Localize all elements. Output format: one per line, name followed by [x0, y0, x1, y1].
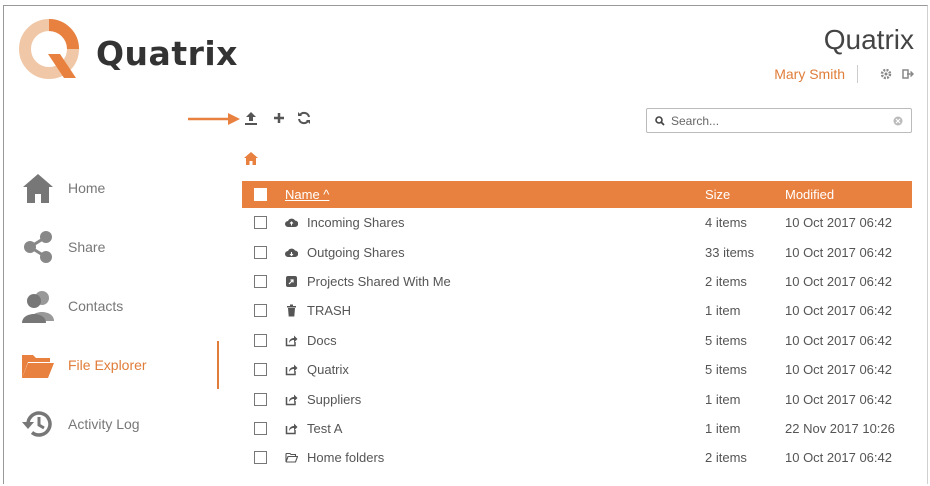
- row-checkbox[interactable]: [254, 421, 267, 435]
- table-row[interactable]: Suppliers 1 item 10 Oct 2017 06:42: [242, 384, 912, 413]
- project-share-icon: [286, 275, 297, 287]
- search-icon: [655, 115, 665, 126]
- cloud-icon: [285, 248, 298, 257]
- table-row[interactable]: Projects Shared With Me 2 items 10 Oct 2…: [242, 267, 912, 296]
- row-modified: 10 Oct 2017 06:42: [785, 450, 892, 466]
- file-table: Name ^ Size Modified Incoming Shares 4 i…: [242, 181, 912, 473]
- row-name[interactable]: Home folders: [307, 450, 384, 465]
- row-size: 1 item: [705, 303, 741, 319]
- sidebar-item-label: Share: [68, 239, 106, 255]
- size-column-header[interactable]: Size: [705, 187, 785, 202]
- share-folder-icon: [285, 335, 298, 346]
- search-placeholder: Search...: [671, 113, 720, 128]
- refresh-icon[interactable]: [296, 110, 312, 126]
- row-checkbox[interactable]: [254, 363, 267, 377]
- folder-open-icon: [285, 453, 298, 463]
- sidebar-item-label: Home: [68, 180, 106, 196]
- table-row[interactable]: Home folders 2 items 10 Oct 2017 06:42: [242, 443, 912, 472]
- table-row[interactable]: Docs 5 items 10 Oct 2017 06:42: [242, 326, 912, 355]
- breadcrumb-home-icon[interactable]: [244, 152, 258, 165]
- row-name[interactable]: Docs: [307, 333, 337, 348]
- row-checkbox[interactable]: [254, 245, 267, 259]
- modified-column-header[interactable]: Modified: [785, 187, 912, 202]
- row-checkbox[interactable]: [254, 392, 267, 406]
- logo-text: Quatrix: [96, 34, 238, 73]
- row-name[interactable]: Suppliers: [307, 392, 361, 407]
- row-modified: 10 Oct 2017 06:42: [785, 391, 892, 407]
- row-modified: 10 Oct 2017 06:42: [785, 303, 892, 319]
- table-row[interactable]: Quatrix 5 items 10 Oct 2017 06:42: [242, 355, 912, 384]
- row-name[interactable]: Projects Shared With Me: [307, 274, 451, 289]
- upload-icon[interactable]: [243, 110, 259, 126]
- row-name[interactable]: Quatrix: [307, 362, 349, 377]
- trash-icon: [287, 304, 296, 317]
- select-all-checkbox[interactable]: [254, 188, 267, 201]
- active-indicator: [217, 341, 219, 389]
- row-checkbox[interactable]: [254, 333, 267, 347]
- row-size: 5 items: [705, 362, 747, 378]
- row-modified: 10 Oct 2017 06:42: [785, 215, 892, 231]
- name-column-header[interactable]: Name ^: [285, 187, 329, 202]
- table-row[interactable]: Incoming Shares 4 items 10 Oct 2017 06:4…: [242, 208, 912, 237]
- row-modified: 10 Oct 2017 06:42: [785, 362, 892, 378]
- row-name[interactable]: Test A: [307, 421, 342, 436]
- gear-icon[interactable]: [880, 68, 892, 80]
- search-input[interactable]: Search...: [646, 108, 912, 133]
- row-size: 4 items: [705, 215, 747, 231]
- row-modified: 10 Oct 2017 06:42: [785, 273, 892, 289]
- row-modified: 10 Oct 2017 06:42: [785, 244, 892, 260]
- row-size: 2 items: [705, 273, 747, 289]
- table-row[interactable]: Outgoing Shares 33 items 10 Oct 2017 06:…: [242, 237, 912, 266]
- contacts-icon: [20, 288, 56, 324]
- row-modified: 10 Oct 2017 06:42: [785, 332, 892, 348]
- cloud-icon: [285, 218, 298, 228]
- table-row[interactable]: TRASH 1 item 10 Oct 2017 06:42: [242, 296, 912, 325]
- sidebar-item-share[interactable]: Share: [20, 227, 200, 267]
- share-folder-icon: [285, 423, 298, 435]
- row-size: 33 items: [705, 244, 755, 260]
- share-folder-icon: [285, 364, 298, 376]
- row-size: 2 items: [705, 450, 747, 466]
- table-row[interactable]: Test A 1 item 22 Nov 2017 10:26: [242, 414, 912, 443]
- share-folder-icon: [285, 394, 298, 405]
- row-name[interactable]: Incoming Shares: [307, 215, 405, 230]
- add-icon[interactable]: [271, 110, 287, 126]
- row-size: 1 item: [705, 420, 741, 436]
- row-size: 1 item: [705, 391, 741, 407]
- quatrix-logo-icon: [19, 19, 79, 79]
- row-modified: 22 Nov 2017 10:26: [785, 420, 895, 436]
- app-title: Quatrix: [823, 24, 914, 55]
- row-size: 5 items: [705, 332, 747, 348]
- user-area: Mary Smith: [774, 65, 914, 83]
- row-checkbox[interactable]: [254, 216, 267, 230]
- clear-icon[interactable]: [893, 116, 903, 126]
- sidebar-item-label: Contacts: [68, 298, 124, 314]
- row-checkbox[interactable]: [254, 304, 267, 318]
- sidebar-item-file-explorer[interactable]: File Explorer: [20, 345, 200, 385]
- table-header: Name ^ Size Modified: [242, 181, 912, 208]
- sidebar-item-activity-log[interactable]: Activity Log: [20, 404, 200, 444]
- row-name[interactable]: Outgoing Shares: [307, 245, 405, 260]
- divider: [857, 65, 858, 83]
- logout-icon[interactable]: [902, 68, 914, 80]
- pointer-arrow-icon: [188, 113, 240, 125]
- user-name-link[interactable]: Mary Smith: [774, 66, 845, 82]
- row-checkbox[interactable]: [254, 451, 267, 465]
- folder-icon: [20, 347, 56, 383]
- row-name[interactable]: TRASH: [307, 303, 351, 318]
- share-icon: [20, 229, 56, 265]
- home-icon: [20, 170, 56, 206]
- sidebar-item-home[interactable]: Home: [20, 168, 200, 208]
- history-icon: [20, 406, 56, 442]
- sidebar-item-contacts[interactable]: Contacts: [20, 286, 200, 326]
- sidebar-item-label: Activity Log: [68, 416, 140, 432]
- row-checkbox[interactable]: [254, 274, 267, 288]
- sidebar-item-label: File Explorer: [68, 357, 147, 373]
